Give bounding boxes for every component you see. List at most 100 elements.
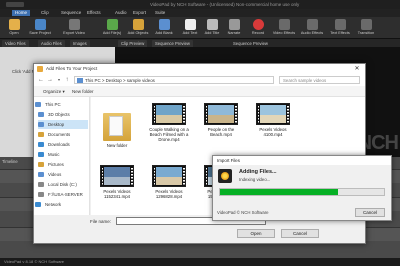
video-file-item[interactable]: Couple Walking on a Beach Filmed with a … xyxy=(147,103,191,142)
download-icon xyxy=(38,142,44,147)
videos-icon xyxy=(38,172,44,177)
tab-clip-preview[interactable]: Clip Preview xyxy=(118,40,148,47)
tab-sequence-preview[interactable]: Sequence Preview xyxy=(152,40,193,47)
video-thumbnail-icon xyxy=(152,103,186,125)
nav-item-label: This PC xyxy=(45,102,61,107)
nav-item-label: Music xyxy=(48,152,60,157)
tab-images[interactable]: Images xyxy=(70,40,90,47)
menu-audio[interactable]: Audio xyxy=(112,10,130,16)
nav-item-local-disk-c[interactable]: Local Disk (C:) xyxy=(38,180,88,189)
open-button[interactable]: Open xyxy=(2,18,26,38)
close-icon[interactable]: ✕ xyxy=(352,64,362,74)
up-arrow-icon[interactable]: ↑ xyxy=(63,76,71,84)
save-icon xyxy=(34,19,46,30)
export-video-button[interactable]: Export Video xyxy=(62,18,86,38)
add-title-button[interactable]: Add Title xyxy=(200,18,224,38)
progress-bar xyxy=(219,188,385,196)
ribbon-label: Record xyxy=(251,31,265,35)
dialog-toolbar: Organize ▾ New folder xyxy=(34,86,365,97)
panel-tabs: Video Files Audio Files Images Clip Prev… xyxy=(0,39,400,47)
video-effects-button[interactable]: Video Effects xyxy=(272,18,296,38)
breadcrumb-this-pc[interactable]: This PC xyxy=(85,78,101,83)
videopad-icon xyxy=(218,169,232,183)
text-effects-icon xyxy=(334,19,346,30)
text-effects-button[interactable]: Text Effects xyxy=(328,18,352,38)
import-subtext: Indexing video... xyxy=(239,177,271,182)
video-file-item[interactable]: Pexels Videos 4100.mp4 xyxy=(251,103,295,137)
audio-effects-button[interactable]: Audio Effects xyxy=(300,18,324,38)
add-blank-icon xyxy=(158,19,170,30)
new-folder-button[interactable]: New folder xyxy=(72,86,94,97)
add-file-s-button[interactable]: Add File(s) xyxy=(100,18,124,38)
nav-item-3d-objects[interactable]: 3D Objects xyxy=(38,110,88,119)
file-name-label: New folder xyxy=(106,143,128,148)
ribbon-label: Add Objects xyxy=(127,31,149,35)
tab-audio-files[interactable]: Audio Files xyxy=(38,40,65,47)
narrate-button[interactable]: Narrate xyxy=(222,18,246,38)
record-icon xyxy=(252,19,264,30)
menu-bar: Home Clip Sequence Effects Audio Export Suite xyxy=(0,9,400,17)
filename-label: File name: xyxy=(90,219,112,224)
import-footer: VideoPad © NCH Software xyxy=(217,210,269,215)
video-file-item[interactable]: Pexels Videos 1152341.mp4 xyxy=(95,165,139,199)
save-project-button[interactable]: Save Project xyxy=(28,18,52,38)
nav-item-desktop[interactable]: Desktop xyxy=(38,120,88,129)
menu-clip[interactable]: Clip xyxy=(38,10,52,16)
import-title: Import Files xyxy=(213,156,391,165)
cancel-button[interactable]: Cancel xyxy=(281,229,319,238)
music-icon xyxy=(38,152,44,157)
nav-item-pictures[interactable]: Pictures xyxy=(38,160,88,169)
breadcrumb: This PC > Desktop > sample videos xyxy=(85,78,155,83)
import-cancel-button[interactable]: Cancel xyxy=(355,208,385,217)
forward-arrow-icon[interactable]: → xyxy=(46,76,54,84)
nav-item-this-pc[interactable]: This PC xyxy=(35,100,85,109)
menu-home[interactable]: Home xyxy=(12,10,31,16)
menu-suite[interactable]: Suite xyxy=(152,10,168,16)
video-file-item[interactable]: Pexels Videos 1296828.mp4 xyxy=(147,165,191,199)
add-text-button[interactable]: Add Text xyxy=(178,18,202,38)
transition-button[interactable]: Transition xyxy=(354,18,378,38)
ribbon-label: Transition xyxy=(357,31,375,35)
file-name-label: Pexels Videos 1152341.mp4 xyxy=(103,189,131,199)
address-bar[interactable]: This PC > Desktop > sample videos xyxy=(74,76,274,84)
video-file-item[interactable]: People on the Beach.mp4 xyxy=(199,103,243,137)
record-button[interactable]: Record xyxy=(246,18,270,38)
pictures-icon xyxy=(38,162,44,167)
menu-export[interactable]: Export xyxy=(130,10,149,16)
nav-item-music[interactable]: Music xyxy=(38,150,88,159)
ribbon-label: Video Effects xyxy=(272,31,296,35)
desktop-icon xyxy=(38,122,44,127)
title-bar: VideoPad by NCH Software - (Unlicensed) … xyxy=(0,0,400,9)
window-title: VideoPad by NCH Software - (Unlicensed) … xyxy=(150,2,300,7)
progress-fill xyxy=(220,189,339,195)
computer-icon xyxy=(35,102,41,107)
nav-item-downloads[interactable]: Downloads xyxy=(38,140,88,149)
breadcrumb-sample-videos[interactable]: sample videos xyxy=(127,78,155,83)
search-input[interactable]: Search sample videos xyxy=(279,76,360,84)
organize-button[interactable]: Organize ▾ xyxy=(43,86,65,97)
dialog-title: Add Files To Your Project xyxy=(46,66,98,71)
menu-sequence[interactable]: Sequence xyxy=(58,10,84,16)
folder-icon xyxy=(77,78,83,83)
nav-item-label: Videos xyxy=(48,172,62,177)
open-button[interactable]: Open xyxy=(237,229,275,238)
nav-item-network[interactable]: Network xyxy=(35,200,85,209)
add-objects-button[interactable]: Add Objects xyxy=(126,18,150,38)
add-blank-button[interactable]: Add Blank xyxy=(152,18,176,38)
recent-chevron-icon[interactable]: ▾ xyxy=(55,76,63,84)
video-thumbnail-icon xyxy=(204,103,238,125)
nav-item-f-usa-server[interactable]: F:\\USA-SERVER xyxy=(38,190,88,199)
breadcrumb-desktop[interactable]: Desktop xyxy=(106,78,122,83)
nav-item-label: 3D Objects xyxy=(48,112,70,117)
nav-item-videos[interactable]: Videos xyxy=(38,170,88,179)
folder-item[interactable]: New folder xyxy=(95,113,139,148)
transition-icon xyxy=(360,19,372,30)
quick-access-toolbar[interactable] xyxy=(6,2,24,7)
navigation-pane: This PC 3D Objects Desktop Documents Downloa… xyxy=(34,97,90,215)
tab-video-files[interactable]: Video Files xyxy=(2,40,29,47)
back-arrow-icon[interactable]: ← xyxy=(37,76,45,84)
nav-item-documents[interactable]: Documents xyxy=(38,130,88,139)
menu-effects[interactable]: Effects xyxy=(84,10,104,16)
ribbon-label: Add Text xyxy=(182,31,198,35)
video-effects-icon xyxy=(278,19,290,30)
